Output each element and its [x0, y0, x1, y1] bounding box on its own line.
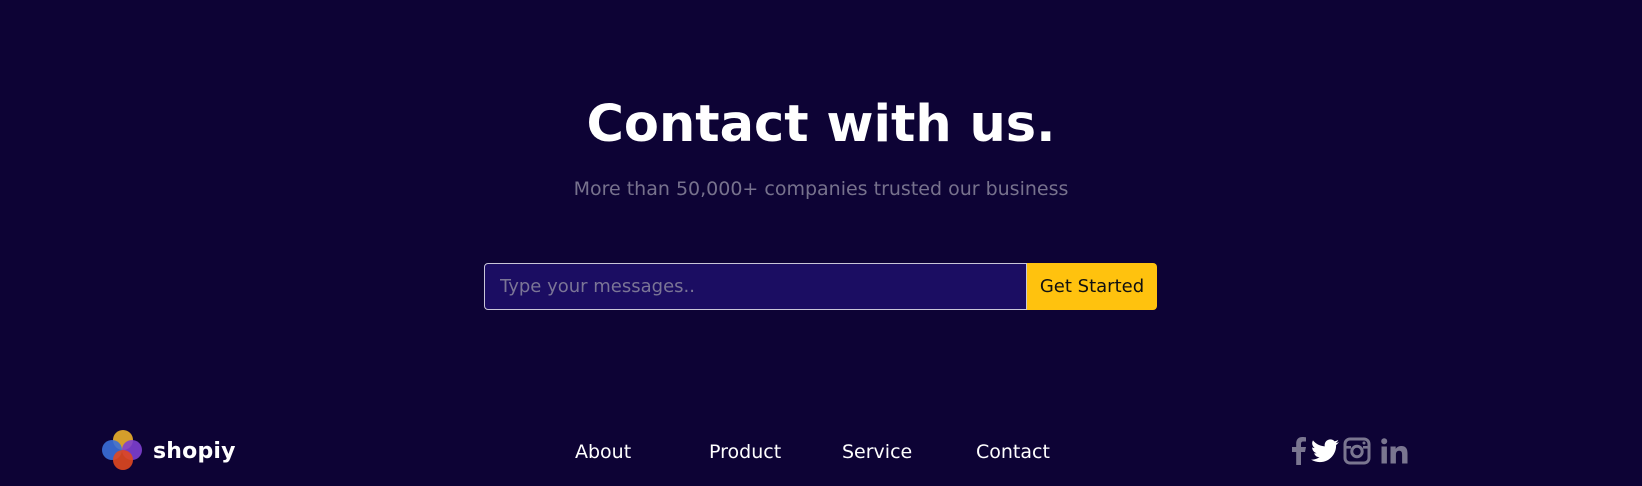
linkedin-icon[interactable]	[1381, 438, 1409, 464]
message-input[interactable]	[484, 263, 1027, 310]
facebook-icon[interactable]	[1291, 437, 1307, 465]
nav-link-service[interactable]: Service	[842, 437, 912, 467]
nav-link-product[interactable]: Product	[709, 437, 781, 467]
contact-section: Contact with us. More than 50,000+ compa…	[0, 0, 1642, 486]
twitter-icon[interactable]	[1311, 439, 1339, 463]
social-links	[1291, 435, 1413, 467]
instagram-icon[interactable]	[1343, 437, 1371, 465]
page-title: Contact with us.	[586, 95, 1056, 154]
nav-link-about[interactable]: About	[575, 437, 631, 467]
nav-link-contact[interactable]: Contact	[976, 437, 1050, 467]
message-form: Get Started	[484, 263, 1157, 310]
get-started-button[interactable]: Get Started	[1027, 263, 1157, 310]
page-subtitle: More than 50,000+ companies trusted our …	[573, 178, 1069, 200]
